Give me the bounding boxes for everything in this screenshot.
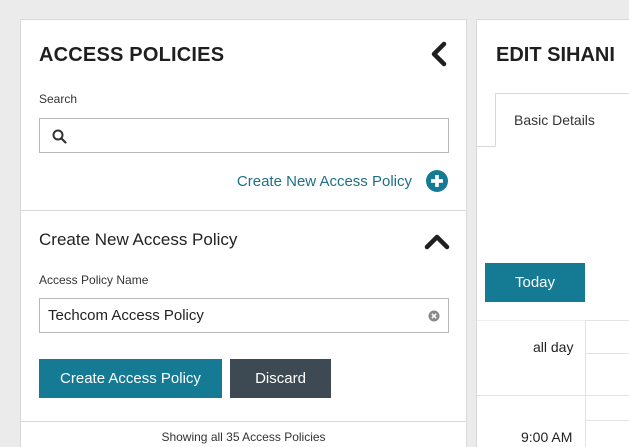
tab-bar: Basic Details <box>477 93 629 147</box>
chevron-up-icon[interactable] <box>424 232 450 250</box>
tab-label: Basic Details <box>514 112 595 128</box>
access-policies-panel: ACCESS POLICIES Search Create New Access… <box>20 19 467 447</box>
chevron-left-icon <box>431 41 447 67</box>
edit-panel-title: EDIT SIHANI <box>496 44 615 66</box>
access-policy-name-label: Access Policy Name <box>39 273 149 287</box>
divider <box>21 210 466 211</box>
calendar-gridline <box>585 320 586 447</box>
collapse-panel-button[interactable] <box>427 40 451 68</box>
calendar-gridline <box>585 353 629 354</box>
access-policy-name-field[interactable] <box>39 298 449 333</box>
calendar-gridline <box>477 320 629 321</box>
today-button[interactable]: Today <box>485 263 585 302</box>
all-day-label: all day <box>533 339 574 355</box>
calendar-gridline <box>477 395 629 396</box>
access-policy-name-input[interactable] <box>48 299 418 332</box>
search-icon <box>52 129 67 144</box>
section-title: Create New Access Policy <box>39 230 238 249</box>
tab-basic-details[interactable]: Basic Details <box>495 93 629 147</box>
create-access-policy-button[interactable]: Create Access Policy <box>39 359 222 398</box>
policy-count-text: Showing all 35 Access Policies <box>161 430 326 444</box>
search-input[interactable] <box>39 118 449 153</box>
clear-icon[interactable] <box>428 310 440 322</box>
calendar-gridline <box>585 420 629 421</box>
divider <box>21 421 466 422</box>
plus-circle-icon <box>426 170 448 192</box>
edit-panel: EDIT SIHANI Basic Details Today all day … <box>476 19 629 447</box>
create-link-label: Create New Access Policy <box>236 172 412 190</box>
panel-title: ACCESS POLICIES <box>39 44 225 66</box>
time-label: 9:00 AM <box>521 429 573 445</box>
create-new-access-policy-link[interactable]: Create New Access Policy <box>237 170 448 192</box>
discard-button[interactable]: Discard <box>230 359 331 398</box>
search-label: Search <box>39 92 78 106</box>
